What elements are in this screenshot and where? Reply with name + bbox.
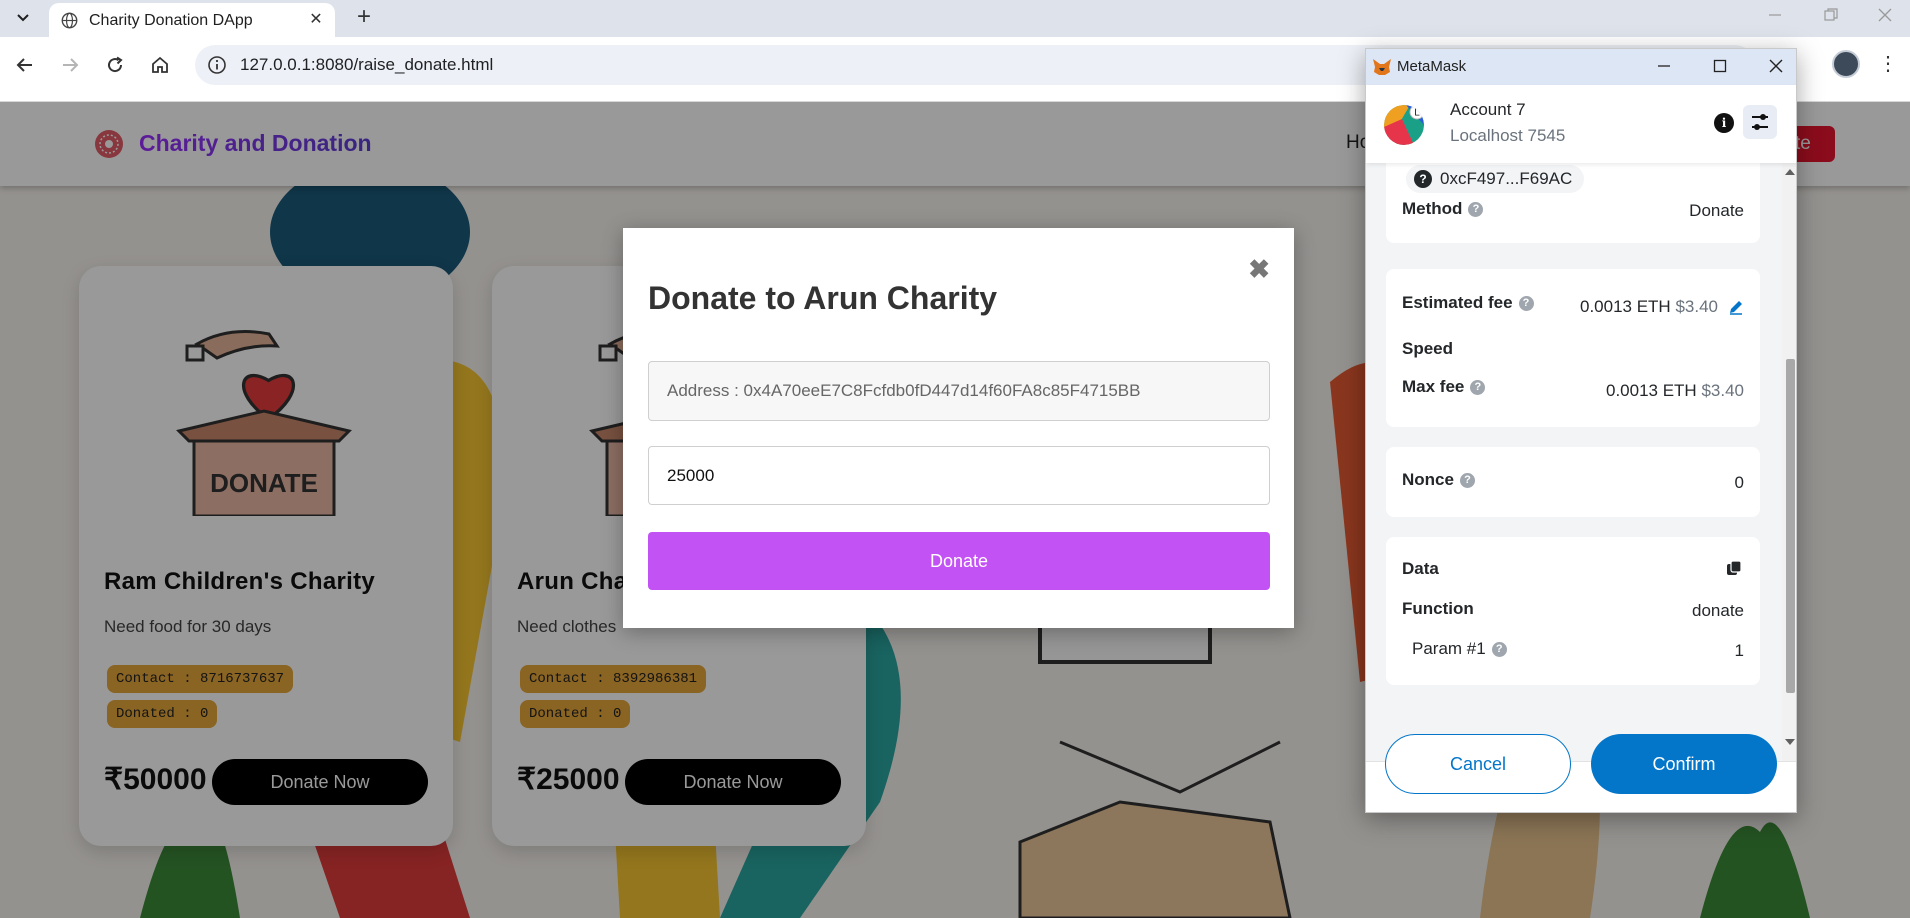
method-value: Donate (1689, 201, 1744, 220)
data-box: Data Function donate Param #1? 1 (1386, 537, 1760, 685)
svg-text:L: L (1414, 108, 1420, 119)
metamask-maximize-button[interactable] (1708, 55, 1732, 79)
nonce-value: 0 (1734, 473, 1744, 492)
tab-close-icon[interactable]: ✕ (307, 11, 325, 29)
scrollbar[interactable] (1782, 163, 1796, 761)
settings-sliders-icon[interactable] (1743, 105, 1777, 139)
forward-icon[interactable] (55, 50, 85, 80)
amount-input[interactable]: 25000 (648, 446, 1270, 505)
metamask-window-title: MetaMask (1397, 58, 1467, 75)
reload-icon[interactable] (100, 50, 130, 80)
info-icon[interactable]: i (1714, 113, 1734, 133)
address-field[interactable]: Address : 0x4A70eeE7C8Fcfdb0fD447d14f60F… (648, 361, 1270, 421)
window-restore-button[interactable] (1816, 6, 1846, 30)
data-label: Data (1402, 559, 1439, 578)
recipient-box: ? 0xcF497...F69AC Method? Donate (1386, 163, 1760, 243)
recipient-address: 0xcF497...F69AC (1440, 169, 1573, 188)
account-name: Account 7 (1450, 100, 1526, 119)
url-text: 127.0.0.1:8080/raise_donate.html (240, 55, 494, 74)
cancel-button[interactable]: Cancel (1385, 734, 1571, 794)
back-icon[interactable] (10, 50, 40, 80)
window-minimize-button[interactable] (1760, 6, 1790, 30)
scrollbar-thumb[interactable] (1786, 359, 1795, 693)
browser-tab[interactable]: Charity Donation DApp ✕ (49, 3, 335, 37)
param-value: 1 (1734, 641, 1744, 660)
transaction-details: ? 0xcF497...F69AC Method? Donate Estimat… (1366, 163, 1782, 761)
estimated-fee-label: Estimated fee? (1402, 293, 1534, 313)
account-avatar[interactable]: L (1384, 105, 1424, 145)
profile-avatar[interactable] (1832, 50, 1860, 78)
help-icon[interactable]: ? (1470, 380, 1486, 395)
max-fee-value: 0.0013 ETH $3.40 (1605, 381, 1744, 400)
browser-menu-icon[interactable]: ⋮ (1878, 51, 1898, 77)
scroll-up-icon[interactable] (1785, 169, 1795, 175)
home-icon[interactable] (145, 50, 175, 80)
tab-strip: Charity Donation DApp ✕ + (0, 0, 1910, 37)
fee-box: Estimated fee? 0.0013 ETH $3.40 Speed Ma… (1386, 269, 1760, 427)
nonce-box: Nonce? 0 (1386, 447, 1760, 517)
confirm-button[interactable]: Confirm (1591, 734, 1777, 794)
copy-icon[interactable] (1726, 560, 1742, 576)
metamask-close-button[interactable] (1764, 55, 1788, 79)
method-label: Method? (1402, 199, 1484, 219)
metamask-minimize-button[interactable] (1652, 55, 1676, 79)
max-fee-label: Max fee? (1402, 377, 1486, 397)
help-icon[interactable]: ? (1491, 642, 1507, 657)
account-header: L Account 7 Localhost 7545 i (1366, 85, 1796, 163)
scroll-down-icon[interactable] (1785, 739, 1795, 745)
new-tab-button[interactable]: + (352, 5, 376, 30)
help-icon[interactable]: ? (1518, 296, 1534, 311)
metamask-fox-icon (1373, 59, 1391, 75)
nonce-label: Nonce? (1402, 470, 1475, 490)
metamask-window: MetaMask L Account 7 Localhost 7545 i ? … (1365, 48, 1797, 813)
unknown-address-icon: ? (1414, 170, 1432, 188)
site-info-icon[interactable] (207, 55, 227, 75)
speed-label: Speed (1402, 339, 1454, 358)
modal-title: Donate to Arun Charity (648, 280, 998, 316)
param-label: Param #1? (1412, 639, 1507, 659)
estimated-fee-value: 0.0013 ETH $3.40 (1579, 297, 1718, 316)
function-value: donate (1692, 601, 1744, 620)
globe-icon (61, 12, 78, 29)
tab-title: Charity Donation DApp (89, 12, 253, 29)
recipient-address-chip[interactable]: ? 0xcF497...F69AC (1406, 165, 1585, 193)
help-icon[interactable]: ? (1459, 473, 1475, 488)
tab-search-icon[interactable] (12, 7, 34, 29)
metamask-titlebar: MetaMask (1366, 49, 1796, 85)
window-close-button[interactable] (1870, 6, 1900, 30)
modal-donate-button[interactable]: Donate (648, 532, 1270, 590)
donate-modal: ✖ Donate to Arun Charity Address : 0x4A7… (623, 228, 1294, 628)
modal-close-icon[interactable]: ✖ (1248, 256, 1270, 282)
function-label: Function (1402, 599, 1474, 618)
network-name: Localhost 7545 (1450, 126, 1566, 145)
edit-fee-icon[interactable] (1728, 299, 1744, 315)
help-icon[interactable]: ? (1468, 202, 1484, 217)
